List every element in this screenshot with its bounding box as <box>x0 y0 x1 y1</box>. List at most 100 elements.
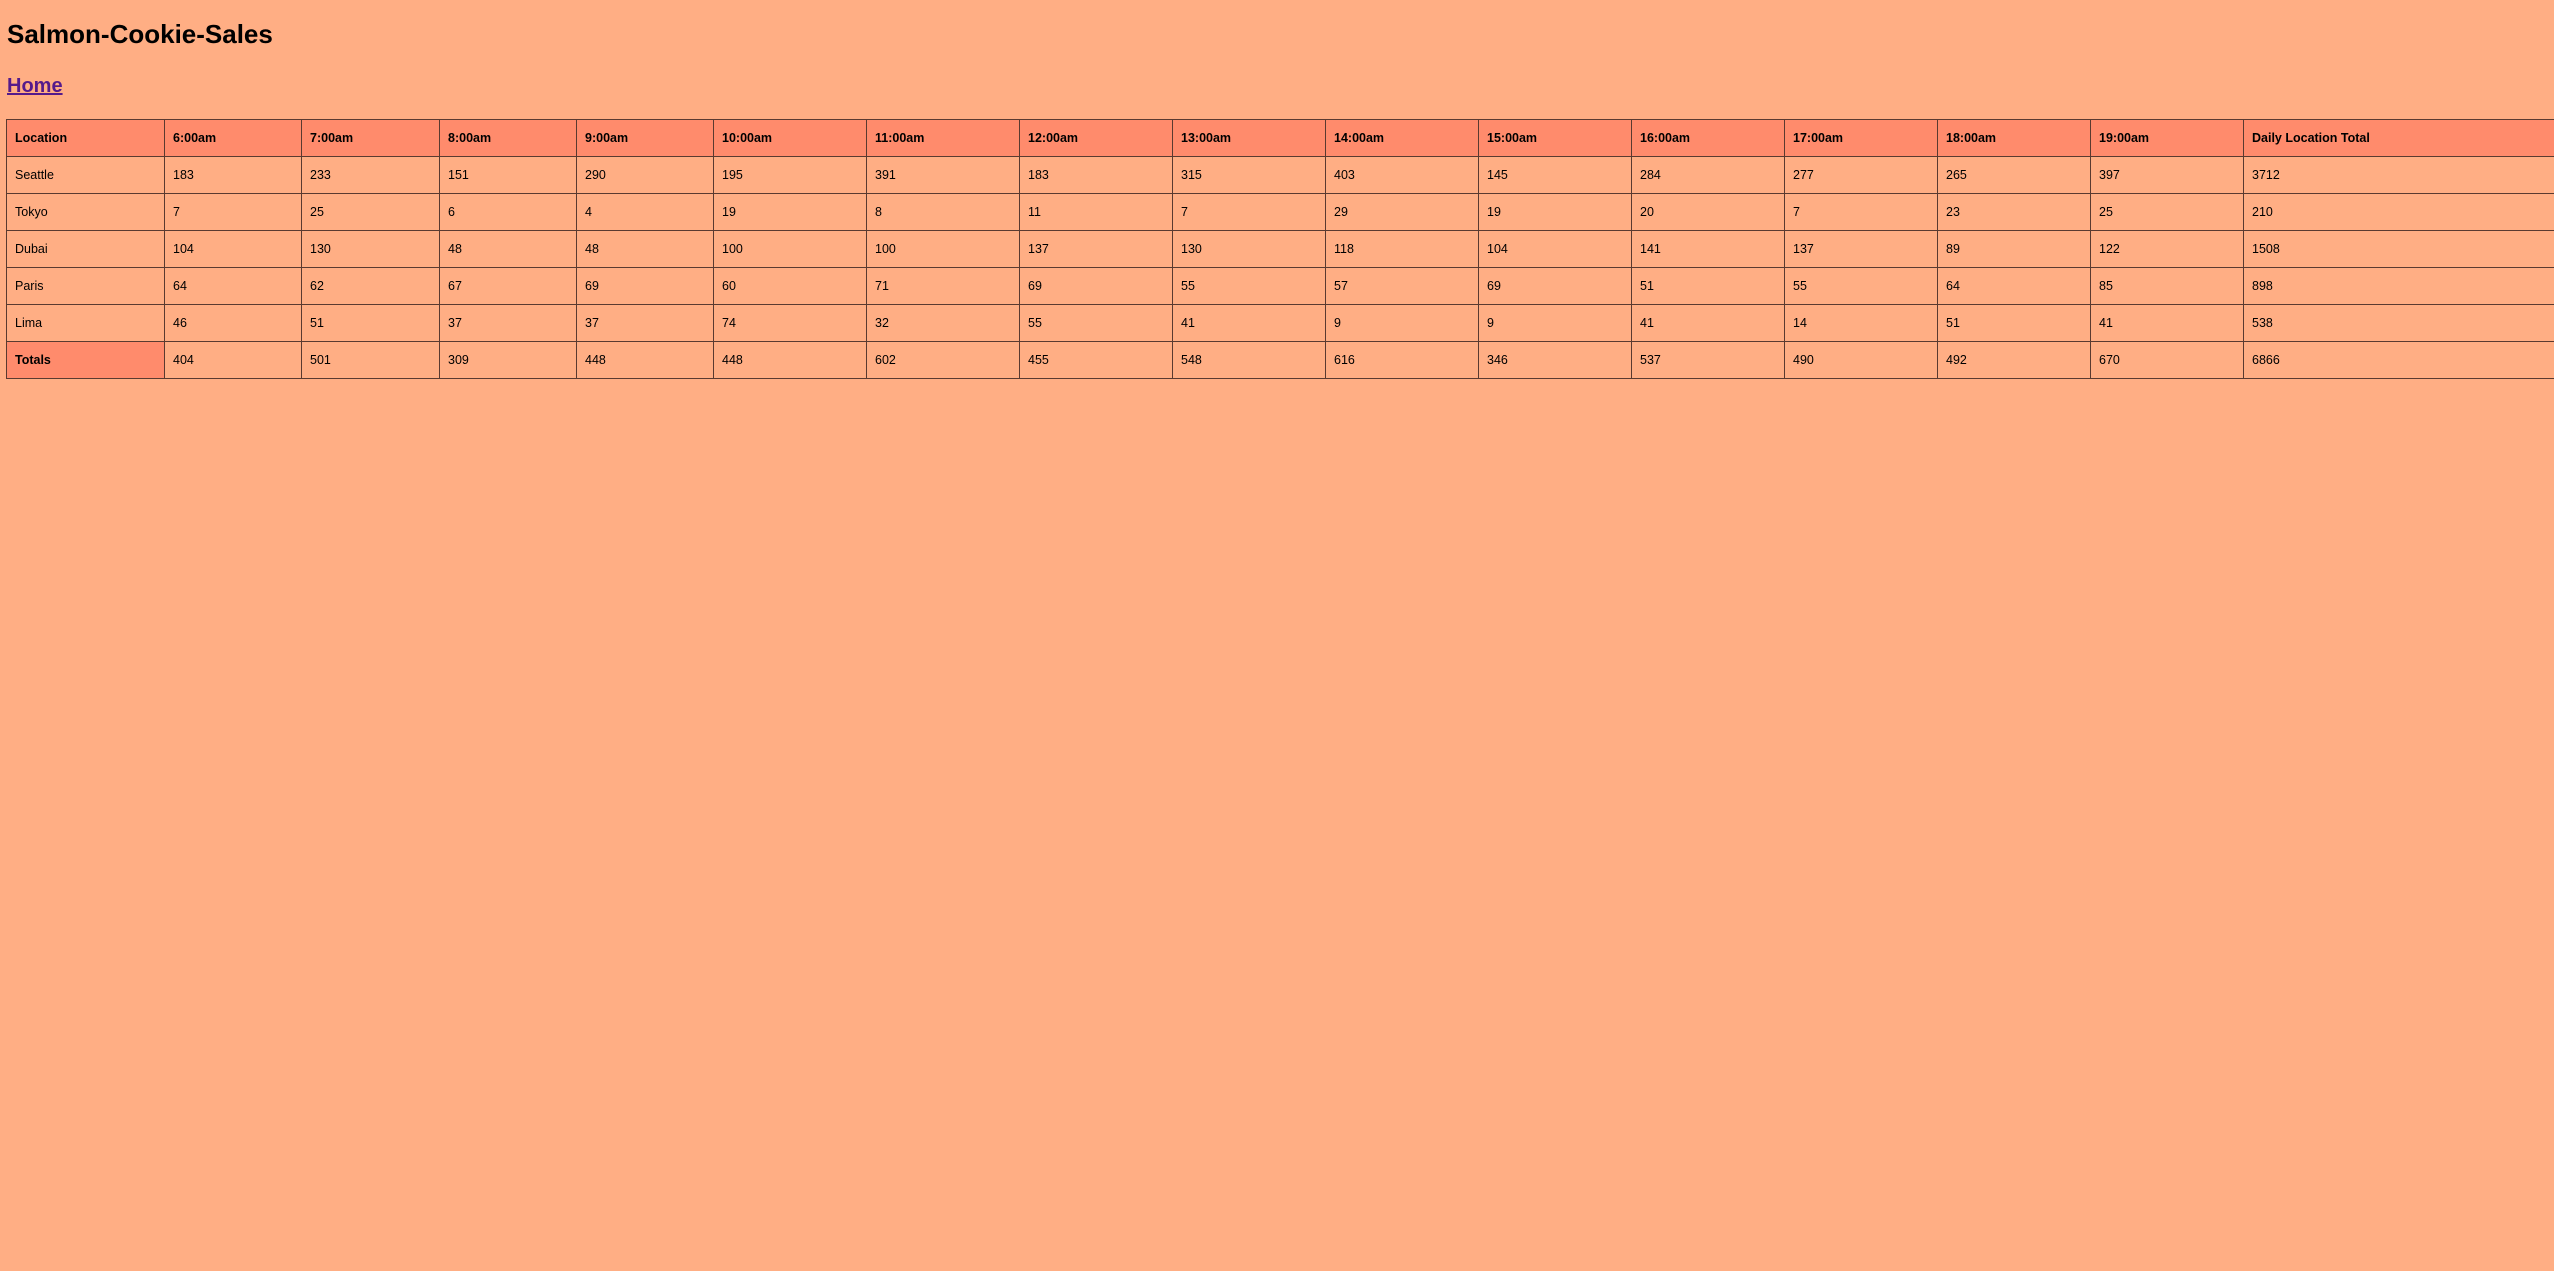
hourly-sales-cell: 51 <box>301 304 440 342</box>
hourly-sales-cell: 233 <box>301 156 440 194</box>
hourly-sales-cell: 25 <box>301 193 440 231</box>
hourly-sales-cell: 67 <box>439 267 577 305</box>
page-title: Salmon-Cookie-Sales <box>7 19 273 49</box>
hourly-sales-cell: 48 <box>576 230 714 268</box>
hourly-total-cell: 448 <box>576 341 714 379</box>
table-body: Seattle 183 233 151 290 195 391 183 315 403 145 284… <box>6 156 2554 342</box>
hourly-total-cell: 602 <box>866 341 1020 379</box>
location-name-cell: Seattle <box>6 156 165 194</box>
sales-table: Location 6:00am 7:00am 8:00am 9:00am 10:00am 1… <box>6 119 2554 379</box>
hourly-sales-cell: 7 <box>1784 193 1938 231</box>
grand-total-cell: 6866 <box>2243 341 2554 379</box>
column-header-hour: 13:00am <box>1172 119 1326 157</box>
hourly-sales-cell: 100 <box>866 230 1020 268</box>
hourly-sales-cell: 9 <box>1478 304 1632 342</box>
hourly-total-cell: 537 <box>1631 341 1785 379</box>
hourly-sales-cell: 6 <box>439 193 577 231</box>
column-header-hour: 9:00am <box>576 119 714 157</box>
column-header-hour: 8:00am <box>439 119 577 157</box>
hourly-sales-cell: 74 <box>713 304 867 342</box>
column-header-hour: 19:00am <box>2090 119 2244 157</box>
hourly-sales-cell: 315 <box>1172 156 1326 194</box>
hourly-sales-cell: 183 <box>164 156 302 194</box>
hourly-total-cell: 670 <box>2090 341 2244 379</box>
column-header-hour: 15:00am <box>1478 119 1632 157</box>
hourly-sales-cell: 55 <box>1784 267 1938 305</box>
location-name-cell: Paris <box>6 267 165 305</box>
hourly-sales-cell: 32 <box>866 304 1020 342</box>
hourly-sales-cell: 37 <box>439 304 577 342</box>
hourly-sales-cell: 29 <box>1325 193 1479 231</box>
column-header-hour: 11:00am <box>866 119 1020 157</box>
column-header-location: Location <box>6 119 165 157</box>
hourly-sales-cell: 69 <box>576 267 714 305</box>
hourly-sales-cell: 57 <box>1325 267 1479 305</box>
hourly-sales-cell: 9 <box>1325 304 1479 342</box>
column-header-hour: 14:00am <box>1325 119 1479 157</box>
hourly-sales-cell: 20 <box>1631 193 1785 231</box>
hourly-sales-cell: 183 <box>1019 156 1173 194</box>
hourly-sales-cell: 7 <box>1172 193 1326 231</box>
daily-total-cell: 898 <box>2243 267 2554 305</box>
hourly-sales-cell: 137 <box>1784 230 1938 268</box>
hourly-sales-cell: 11 <box>1019 193 1173 231</box>
hourly-sales-cell: 104 <box>1478 230 1632 268</box>
hourly-sales-cell: 64 <box>164 267 302 305</box>
hourly-sales-cell: 85 <box>2090 267 2244 305</box>
hourly-sales-cell: 118 <box>1325 230 1479 268</box>
hourly-sales-cell: 284 <box>1631 156 1785 194</box>
hourly-sales-cell: 51 <box>1631 267 1785 305</box>
hourly-sales-cell: 130 <box>1172 230 1326 268</box>
hourly-sales-cell: 55 <box>1172 267 1326 305</box>
hourly-sales-cell: 60 <box>713 267 867 305</box>
table-row: Paris 64 62 67 69 60 71 69 55 57 69 51 55 64 85 898 <box>6 267 2554 305</box>
hourly-total-cell: 448 <box>713 341 867 379</box>
hourly-sales-cell: 41 <box>2090 304 2244 342</box>
hourly-total-cell: 501 <box>301 341 440 379</box>
totals-label: Totals <box>6 341 165 379</box>
daily-total-cell: 3712 <box>2243 156 2554 194</box>
hourly-sales-cell: 23 <box>1937 193 2091 231</box>
column-header-hour: 17:00am <box>1784 119 1938 157</box>
daily-total-cell: 210 <box>2243 193 2554 231</box>
hourly-sales-cell: 19 <box>1478 193 1632 231</box>
column-header-hour: 10:00am <box>713 119 867 157</box>
hourly-sales-cell: 141 <box>1631 230 1785 268</box>
column-header-daily-total: Daily Location Total <box>2243 119 2554 157</box>
hourly-sales-cell: 391 <box>866 156 1020 194</box>
hourly-sales-cell: 100 <box>713 230 867 268</box>
column-header-hour: 12:00am <box>1019 119 1173 157</box>
hourly-sales-cell: 137 <box>1019 230 1173 268</box>
hourly-sales-cell: 19 <box>713 193 867 231</box>
header-row: Location 6:00am 7:00am 8:00am 9:00am 10:00am 1… <box>6 119 2554 157</box>
hourly-sales-cell: 290 <box>576 156 714 194</box>
hourly-total-cell: 309 <box>439 341 577 379</box>
hourly-sales-cell: 7 <box>164 193 302 231</box>
hourly-sales-cell: 25 <box>2090 193 2244 231</box>
hourly-total-cell: 616 <box>1325 341 1479 379</box>
hourly-sales-cell: 8 <box>866 193 1020 231</box>
totals-row: Totals 404 501 309 448 448 602 455 548 616 346 537 4… <box>6 341 2554 379</box>
table-header: Location 6:00am 7:00am 8:00am 9:00am 10:00am 1… <box>6 119 2554 157</box>
daily-total-cell: 538 <box>2243 304 2554 342</box>
hourly-sales-cell: 145 <box>1478 156 1632 194</box>
home-link[interactable]: Home <box>7 73 63 99</box>
column-header-hour: 6:00am <box>164 119 302 157</box>
hourly-sales-cell: 64 <box>1937 267 2091 305</box>
hourly-sales-cell: 277 <box>1784 156 1938 194</box>
hourly-sales-cell: 122 <box>2090 230 2244 268</box>
hourly-sales-cell: 265 <box>1937 156 2091 194</box>
hourly-sales-cell: 397 <box>2090 156 2244 194</box>
hourly-total-cell: 492 <box>1937 341 2091 379</box>
table-footer: Totals 404 501 309 448 448 602 455 548 616 346 537 4… <box>6 341 2554 379</box>
hourly-sales-cell: 46 <box>164 304 302 342</box>
hourly-sales-cell: 62 <box>301 267 440 305</box>
hourly-sales-cell: 51 <box>1937 304 2091 342</box>
hourly-sales-cell: 48 <box>439 230 577 268</box>
hourly-total-cell: 346 <box>1478 341 1632 379</box>
table-row: Lima 46 51 37 37 74 32 55 41 9 9 41 14 51 41 538 <box>6 304 2554 342</box>
hourly-sales-cell: 69 <box>1019 267 1173 305</box>
hourly-sales-cell: 130 <box>301 230 440 268</box>
hourly-total-cell: 404 <box>164 341 302 379</box>
location-name-cell: Lima <box>6 304 165 342</box>
